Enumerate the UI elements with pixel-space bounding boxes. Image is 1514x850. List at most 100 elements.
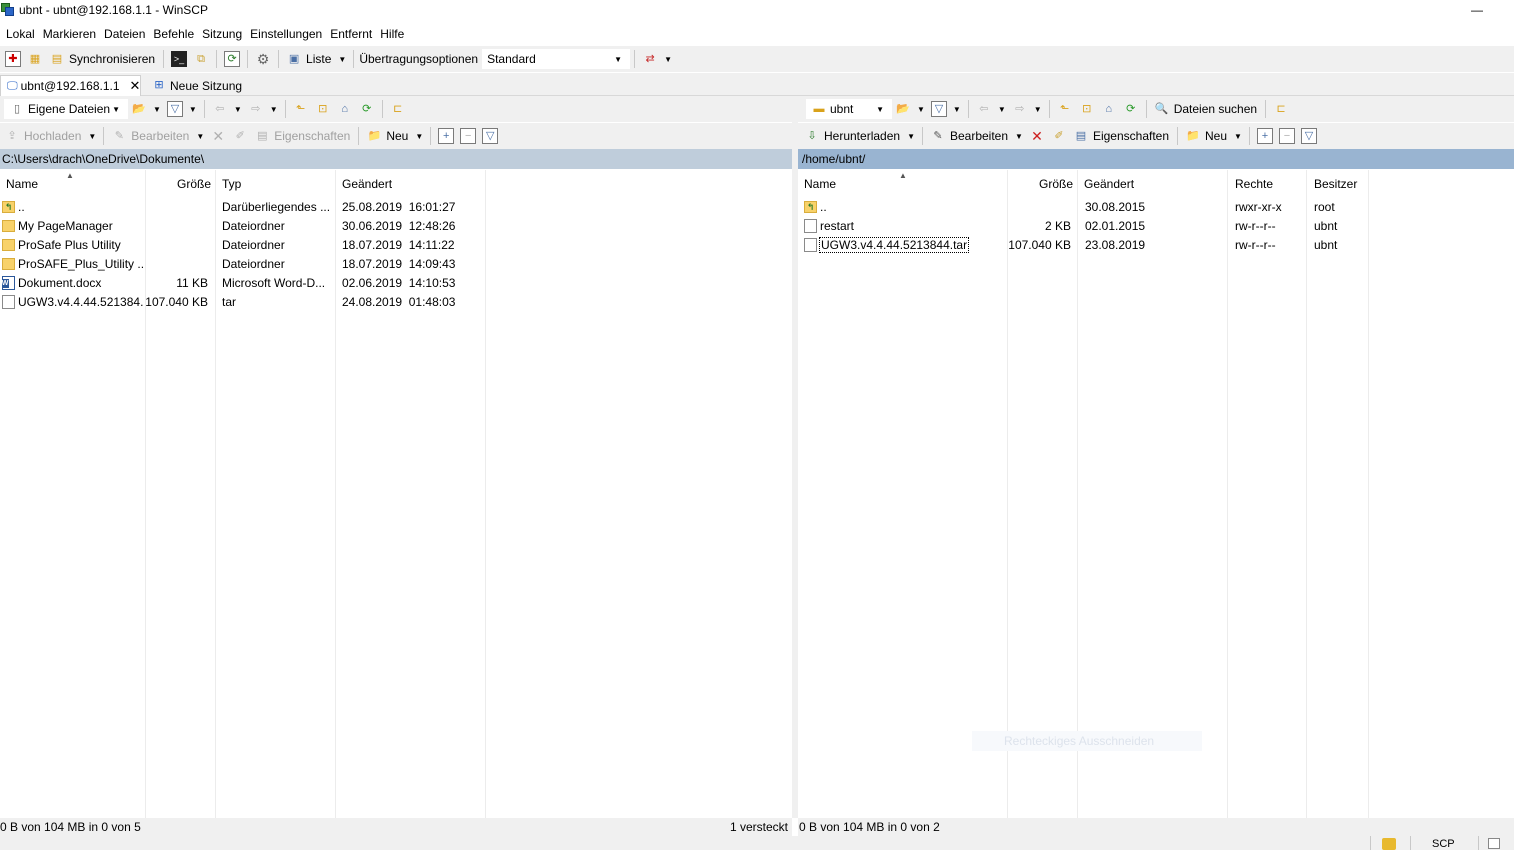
chevron-down-icon[interactable]: ▼ — [998, 105, 1006, 114]
properties-icon[interactable]: ▤ — [1073, 128, 1089, 144]
close-icon[interactable]: ✕ — [130, 78, 141, 94]
rename-icon[interactable]: ✐ — [232, 128, 248, 144]
transfer-options-select[interactable]: Standard ▼ — [482, 49, 631, 69]
hidden-files-count[interactable]: 1 versteckt — [730, 820, 788, 834]
menu-hilfe[interactable]: Hilfe — [380, 27, 404, 41]
column-header-size[interactable]: Größe — [146, 170, 216, 197]
table-row[interactable]: Dokument.docx 11 KB Microsoft Word-D... … — [0, 273, 792, 292]
chevron-down-icon[interactable]: ▼ — [953, 105, 961, 114]
menu-dateien[interactable]: Dateien — [104, 27, 145, 41]
delete-icon[interactable]: ✕ — [210, 128, 226, 144]
find-files-button[interactable]: Dateien suchen — [1174, 102, 1257, 116]
tree-icon[interactable]: ⊏ — [1273, 101, 1289, 117]
putty-icon[interactable]: ⧉ — [193, 51, 209, 67]
synchronize-browsing-icon[interactable]: ▦ — [27, 51, 43, 67]
tree-icon[interactable]: ⊏ — [390, 101, 406, 117]
chevron-down-icon[interactable]: ▼ — [917, 105, 925, 114]
column-header-rights[interactable]: Rechte — [1228, 170, 1307, 197]
synchronize-icon[interactable]: ▤ — [49, 51, 65, 67]
delete-icon[interactable]: ✕ — [1029, 128, 1045, 144]
table-row[interactable]: ↰.. 30.08.2015 rwxr-xr-x root — [798, 197, 1514, 216]
open-folder-icon[interactable]: 📂 — [131, 101, 147, 117]
rename-icon[interactable]: ✐ — [1051, 128, 1067, 144]
table-row[interactable]: UGW3.v4.4.44.521384... 107.040 KB tar 24… — [0, 292, 792, 311]
table-row[interactable]: restart 2 KB 02.01.2015 rw-r--r-- ubnt — [798, 216, 1514, 235]
forward-icon[interactable]: ⇨ — [248, 101, 264, 117]
parent-directory-icon[interactable]: ⬑ — [293, 101, 309, 117]
root-directory-icon[interactable]: ⊡ — [315, 101, 331, 117]
edit-button[interactable]: Bearbeiten — [131, 129, 189, 143]
terminal-icon[interactable]: >_ — [171, 51, 188, 67]
properties-icon[interactable]: ▤ — [254, 128, 270, 144]
chevron-down-icon[interactable]: ▼ — [415, 132, 423, 141]
new-button[interactable]: Neu — [386, 129, 408, 143]
unselect-files-icon[interactable]: − — [1278, 128, 1295, 144]
column-header-name[interactable]: Name ▲ — [0, 170, 146, 197]
edit-icon[interactable]: ✎ — [930, 128, 946, 144]
remote-location-select[interactable]: ▬ ubnt ▼ — [806, 99, 892, 119]
open-folder-icon[interactable]: 📂 — [895, 101, 911, 117]
chevron-down-icon[interactable]: ▼ — [664, 55, 672, 64]
menu-lokal[interactable]: Lokal — [6, 27, 35, 41]
select-files-icon[interactable]: + — [438, 128, 455, 144]
chevron-down-icon[interactable]: ▼ — [270, 105, 278, 114]
table-row[interactable]: UGW3.v4.4.44.5213844.tar 107.040 KB 23.0… — [798, 235, 1514, 254]
menu-entfernt[interactable]: Entfernt — [330, 27, 372, 41]
download-icon[interactable]: ⇩ — [804, 128, 820, 144]
menu-markieren[interactable]: Markieren — [43, 27, 96, 41]
table-row[interactable]: My PageManager Dateiordner 30.06.2019 12… — [0, 216, 792, 235]
local-file-list[interactable]: Name ▲ Größe Typ Geändert ↰.. Darüberlie… — [0, 170, 792, 818]
parent-directory-icon[interactable]: ⬑ — [1057, 101, 1073, 117]
download-button[interactable]: Herunterladen — [824, 129, 900, 143]
unselect-files-icon[interactable]: − — [460, 128, 477, 144]
upload-button[interactable]: Hochladen — [24, 129, 81, 143]
list-dropdown-icon[interactable]: ▼ — [338, 55, 346, 64]
properties-button[interactable]: Eigenschaften — [274, 129, 350, 143]
back-icon[interactable]: ⇦ — [976, 101, 992, 117]
upload-icon[interactable]: ⇪ — [4, 128, 20, 144]
list-button[interactable]: Liste — [306, 52, 331, 66]
menu-einstellungen[interactable]: Einstellungen — [250, 27, 322, 41]
chevron-down-icon[interactable]: ▼ — [189, 105, 197, 114]
column-header-modified[interactable]: Geändert — [1078, 170, 1228, 197]
column-header-name[interactable]: Name ▲ — [798, 170, 1008, 197]
select-files-icon[interactable]: + — [1256, 128, 1273, 144]
home-icon[interactable]: ⌂ — [1101, 101, 1117, 117]
list-icon[interactable]: ▣ — [286, 51, 302, 67]
find-files-icon[interactable]: 🔍 — [1154, 101, 1170, 117]
new-button[interactable]: Neu — [1205, 129, 1227, 143]
chevron-down-icon[interactable]: ▼ — [196, 132, 204, 141]
remote-path-bar[interactable]: /home/ubnt/ — [798, 149, 1514, 169]
queue-icon[interactable]: ⟳ — [224, 51, 241, 67]
table-row[interactable]: ProSafe Plus Utility Dateiordner 18.07.2… — [0, 235, 792, 254]
chevron-down-icon[interactable]: ▼ — [907, 132, 915, 141]
new-folder-icon[interactable]: 📁 — [366, 128, 382, 144]
transfer-settings-icon[interactable]: ⇄ — [642, 51, 658, 67]
root-directory-icon[interactable]: ⊡ — [1079, 101, 1095, 117]
tab-new-session[interactable]: ⊞ Neue Sitzung — [142, 75, 248, 96]
back-icon[interactable]: ⇦ — [212, 101, 228, 117]
minimize-button[interactable]: — — [1470, 0, 1484, 20]
filter-icon[interactable]: ▽ — [166, 101, 183, 117]
session-info-icon[interactable] — [1488, 838, 1500, 849]
column-header-owner[interactable]: Besitzer — [1307, 170, 1369, 197]
remote-file-list[interactable]: Name ▲ Größe Geändert Rechte Besitzer ↰.… — [798, 170, 1514, 818]
chevron-down-icon[interactable]: ▼ — [1034, 105, 1042, 114]
column-header-type[interactable]: Typ — [216, 170, 336, 197]
chevron-down-icon[interactable]: ▼ — [88, 132, 96, 141]
forward-icon[interactable]: ⇨ — [1012, 101, 1028, 117]
chevron-down-icon[interactable]: ▼ — [1234, 132, 1242, 141]
column-header-size[interactable]: Größe — [1008, 170, 1078, 197]
chevron-down-icon[interactable]: ▼ — [1015, 132, 1023, 141]
home-icon[interactable]: ⌂ — [337, 101, 353, 117]
gear-icon[interactable]: ⚙ — [255, 51, 271, 67]
filter-icon[interactable]: ▽ — [930, 101, 947, 117]
menu-befehle[interactable]: Befehle — [153, 27, 194, 41]
local-location-select[interactable]: ▯ Eigene Dateien ▼ — [4, 99, 128, 119]
edit-button[interactable]: Bearbeiten — [950, 129, 1008, 143]
column-header-modified[interactable]: Geändert — [336, 170, 486, 197]
table-row[interactable]: ProSAFE_Plus_Utility ... Dateiordner 18.… — [0, 254, 792, 273]
new-folder-icon[interactable]: 📁 — [1185, 128, 1201, 144]
select-all-icon[interactable]: ▽ — [1300, 128, 1317, 144]
menu-sitzung[interactable]: Sitzung — [202, 27, 242, 41]
